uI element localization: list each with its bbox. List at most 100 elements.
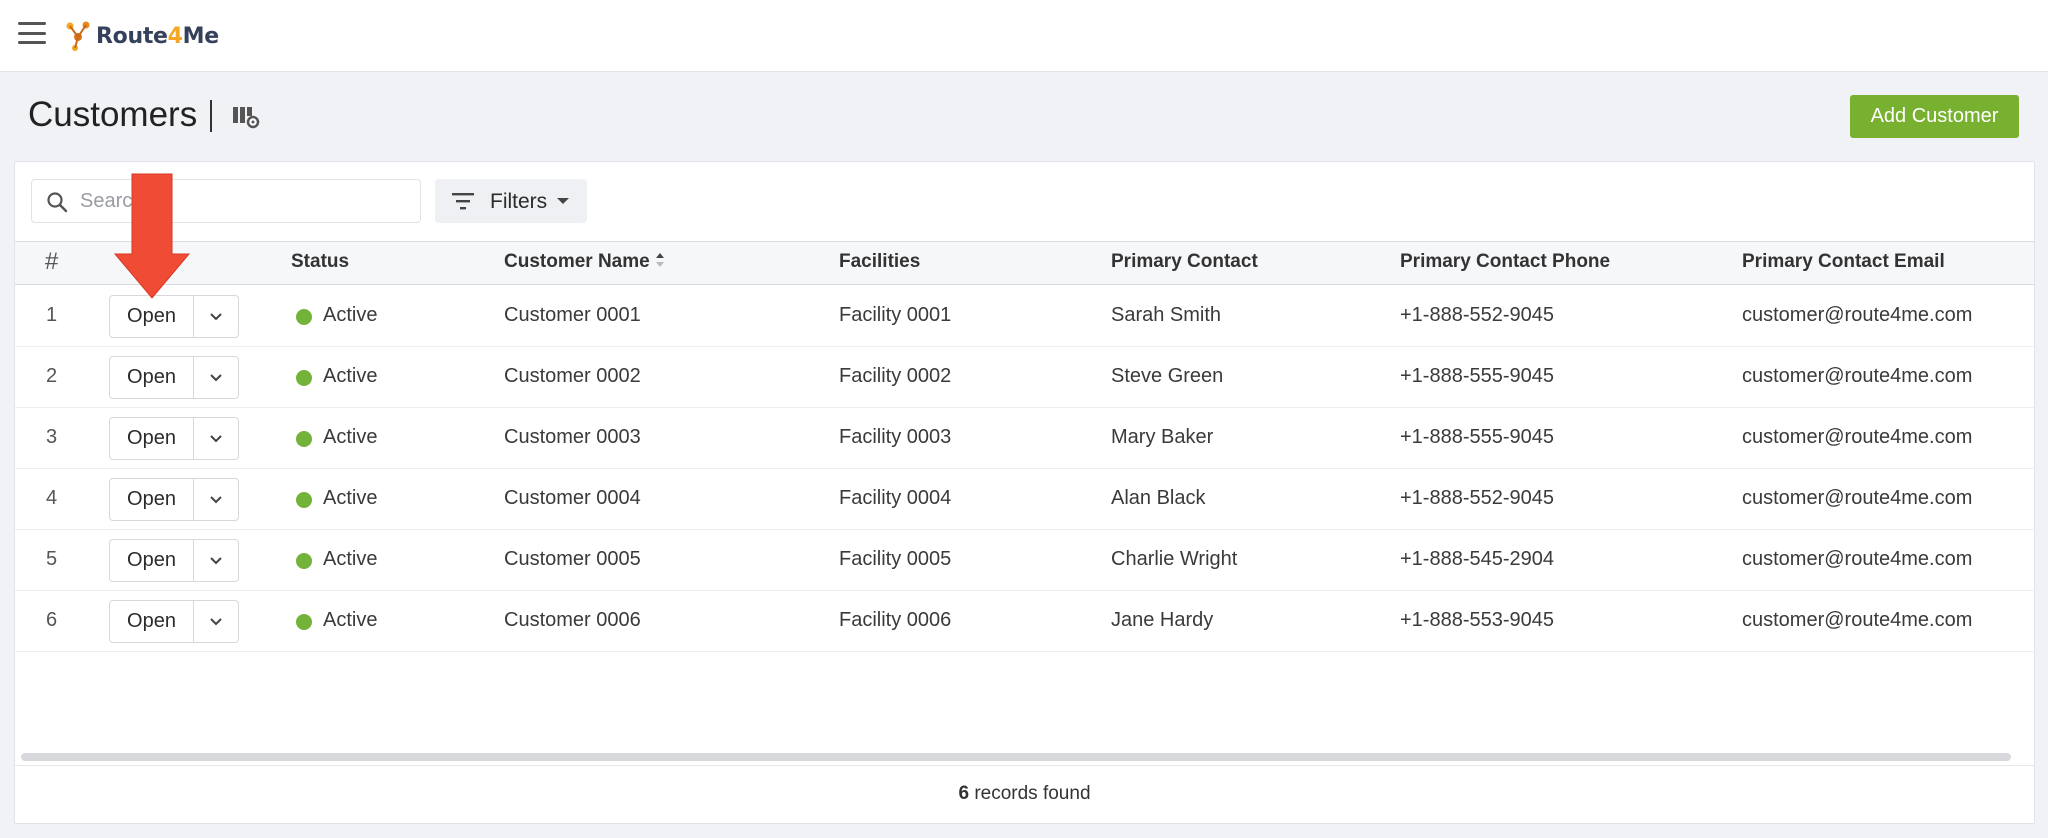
chevron-down-icon <box>210 434 222 442</box>
columns-settings-icon[interactable] <box>232 104 260 130</box>
row-number: 1 <box>46 304 58 326</box>
add-customer-button[interactable]: Add Customer <box>1850 95 2019 138</box>
column-header-primary-contact-email[interactable]: Primary Contact Email <box>1742 251 1945 273</box>
open-button-group: Open <box>109 600 239 643</box>
open-button[interactable]: Open <box>110 296 194 337</box>
status-indicator <box>296 614 312 630</box>
horizontal-scrollbar[interactable] <box>21 753 2011 761</box>
logo-text: Route4Me <box>96 23 219 49</box>
open-button[interactable]: Open <box>110 357 194 398</box>
filters-label: Filters <box>490 190 548 213</box>
row-number: 6 <box>46 609 58 631</box>
column-header-facilities[interactable]: Facilities <box>839 251 920 273</box>
open-button-group: Open <box>109 356 239 399</box>
status-indicator <box>296 553 312 569</box>
primary-contact: Steve Green <box>1111 365 1224 387</box>
row-number: 4 <box>46 487 58 509</box>
status-text: Active <box>323 365 378 387</box>
primary-contact: Charlie Wright <box>1111 548 1238 570</box>
facility: Facility 0004 <box>839 487 952 509</box>
open-button[interactable]: Open <box>110 479 194 520</box>
facility: Facility 0003 <box>839 426 952 448</box>
records-count: 6 <box>958 783 970 804</box>
column-header-customer-name-label: Customer Name <box>504 251 650 272</box>
primary-contact-phone: +1-888-552-9045 <box>1400 304 1555 326</box>
top-bar: Route4Me <box>0 0 2048 72</box>
column-header-primary-contact[interactable]: Primary Contact <box>1111 251 1258 273</box>
primary-contact: Jane Hardy <box>1111 609 1214 631</box>
status-indicator <box>296 370 312 386</box>
open-dropdown-toggle[interactable] <box>194 601 238 642</box>
table-row: 2 Open Active Customer 0002 Facility 000… <box>15 347 2034 408</box>
primary-contact-email: customer@route4me.com <box>1742 487 1973 509</box>
customer-name: Customer 0004 <box>504 487 641 509</box>
sort-icon[interactable] <box>655 252 665 268</box>
customer-name: Customer 0001 <box>504 304 641 326</box>
open-button[interactable]: Open <box>110 601 194 642</box>
table-row: 3 Open Active Customer 0003 Facility 000… <box>15 408 2034 469</box>
status-text: Active <box>323 609 378 631</box>
primary-contact-phone: +1-888-552-9045 <box>1400 487 1555 509</box>
open-button-group: Open <box>109 478 239 521</box>
table-row: 1 Open Active Customer 0001 Facility 000… <box>15 286 2034 347</box>
table-row: 5 Open Active Customer 0005 Facility 000… <box>15 530 2034 591</box>
open-dropdown-toggle[interactable] <box>194 418 238 459</box>
primary-contact-email: customer@route4me.com <box>1742 609 1973 631</box>
open-dropdown-toggle[interactable] <box>194 296 238 337</box>
route4me-logo[interactable]: Route4Me <box>64 18 219 54</box>
filter-icon <box>452 193 474 210</box>
row-number: 5 <box>46 548 58 570</box>
primary-contact-phone: +1-888-555-9045 <box>1400 426 1555 448</box>
open-dropdown-toggle[interactable] <box>194 479 238 520</box>
column-header-number[interactable]: # <box>45 248 58 276</box>
primary-contact-email: customer@route4me.com <box>1742 426 1973 448</box>
open-dropdown-toggle[interactable] <box>194 540 238 581</box>
chevron-down-icon <box>210 556 222 564</box>
table-row: 4 Open Active Customer 0004 Facility 000… <box>15 469 2034 530</box>
chevron-down-icon <box>210 495 222 503</box>
open-button[interactable]: Open <box>110 418 194 459</box>
records-footer: 6 records found <box>15 765 2034 823</box>
customer-name: Customer 0003 <box>504 426 641 448</box>
status-indicator <box>296 492 312 508</box>
primary-contact: Alan Black <box>1111 487 1206 509</box>
filters-button[interactable]: Filters <box>435 179 587 223</box>
open-button-group: Open <box>109 539 239 582</box>
column-header-status[interactable]: Status <box>291 251 349 273</box>
status-indicator <box>296 431 312 447</box>
primary-contact: Sarah Smith <box>1111 304 1222 326</box>
primary-contact-phone: +1-888-555-9045 <box>1400 365 1555 387</box>
status-text: Active <box>323 304 378 326</box>
customer-name: Customer 0002 <box>504 365 641 387</box>
facility: Facility 0002 <box>839 365 952 387</box>
customer-name: Customer 0006 <box>504 609 641 631</box>
primary-contact-email: customer@route4me.com <box>1742 304 1973 326</box>
primary-contact-email: customer@route4me.com <box>1742 548 1973 570</box>
open-button[interactable]: Open <box>110 540 194 581</box>
status-text: Active <box>323 548 378 570</box>
facility: Facility 0005 <box>839 548 952 570</box>
open-button-group: Open <box>109 295 239 338</box>
status-text: Active <box>323 487 378 509</box>
red-arrow-annotation <box>113 173 191 299</box>
search-box[interactable] <box>31 179 421 223</box>
primary-contact-phone: +1-888-545-2904 <box>1400 548 1555 570</box>
primary-contact-email: customer@route4me.com <box>1742 365 1973 387</box>
open-dropdown-toggle[interactable] <box>194 357 238 398</box>
hamburger-menu-icon[interactable] <box>18 22 46 44</box>
customers-table-card: Filters # Status Customer Name Facilitie… <box>14 161 2035 824</box>
logo-mark-icon <box>66 21 90 51</box>
chevron-down-icon <box>557 198 569 204</box>
status-text: Active <box>323 426 378 448</box>
column-header-customer-name[interactable]: Customer Name <box>504 251 665 273</box>
open-button-group: Open <box>109 417 239 460</box>
status-indicator <box>296 309 312 325</box>
chevron-down-icon <box>210 617 222 625</box>
facility: Facility 0001 <box>839 304 952 326</box>
title-divider <box>210 100 212 132</box>
primary-contact-phone: +1-888-553-9045 <box>1400 609 1555 631</box>
page-title: Customers <box>28 95 198 134</box>
chevron-down-icon <box>210 373 222 381</box>
search-icon <box>47 192 68 213</box>
column-header-primary-contact-phone[interactable]: Primary Contact Phone <box>1400 251 1610 273</box>
